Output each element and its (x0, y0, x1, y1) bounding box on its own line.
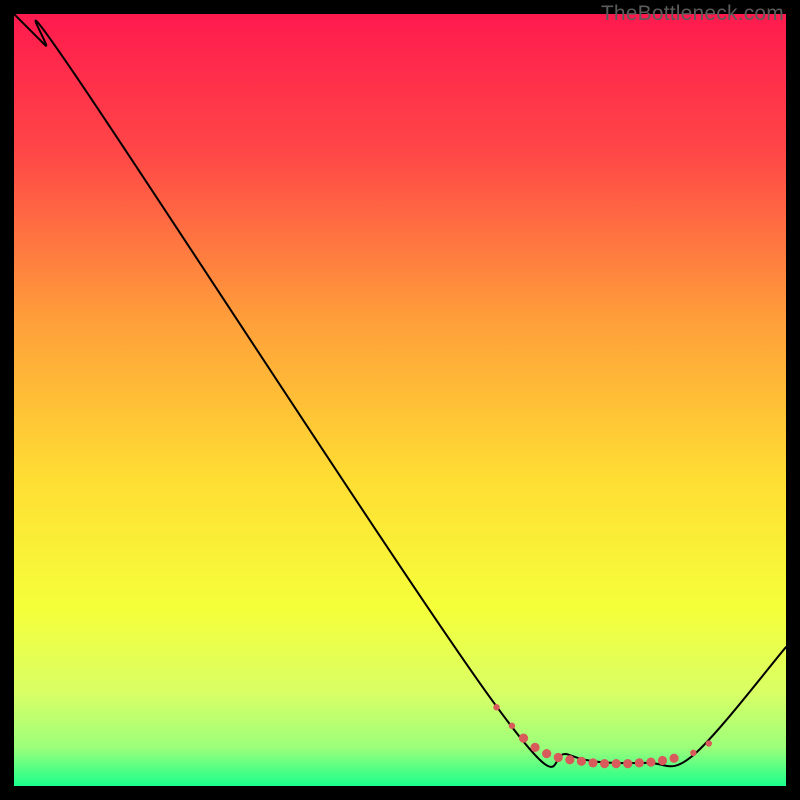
marker-point (706, 740, 712, 746)
chart-background (14, 14, 786, 786)
marker-point (646, 757, 655, 766)
marker-point (635, 758, 644, 767)
watermark-text: TheBottleneck.com (601, 2, 784, 26)
marker-point (600, 759, 609, 768)
marker-point (542, 749, 551, 758)
marker-point (690, 750, 696, 756)
marker-point (531, 743, 540, 752)
marker-point (493, 704, 499, 710)
marker-point (519, 734, 528, 743)
marker-point (669, 754, 678, 763)
chart-svg (14, 14, 786, 786)
marker-point (588, 758, 597, 767)
marker-point (612, 759, 621, 768)
marker-point (509, 723, 515, 729)
marker-point (623, 759, 632, 768)
marker-point (554, 753, 563, 762)
marker-point (565, 755, 574, 764)
marker-point (577, 757, 586, 766)
chart-plot-area (14, 14, 786, 786)
marker-point (658, 756, 667, 765)
